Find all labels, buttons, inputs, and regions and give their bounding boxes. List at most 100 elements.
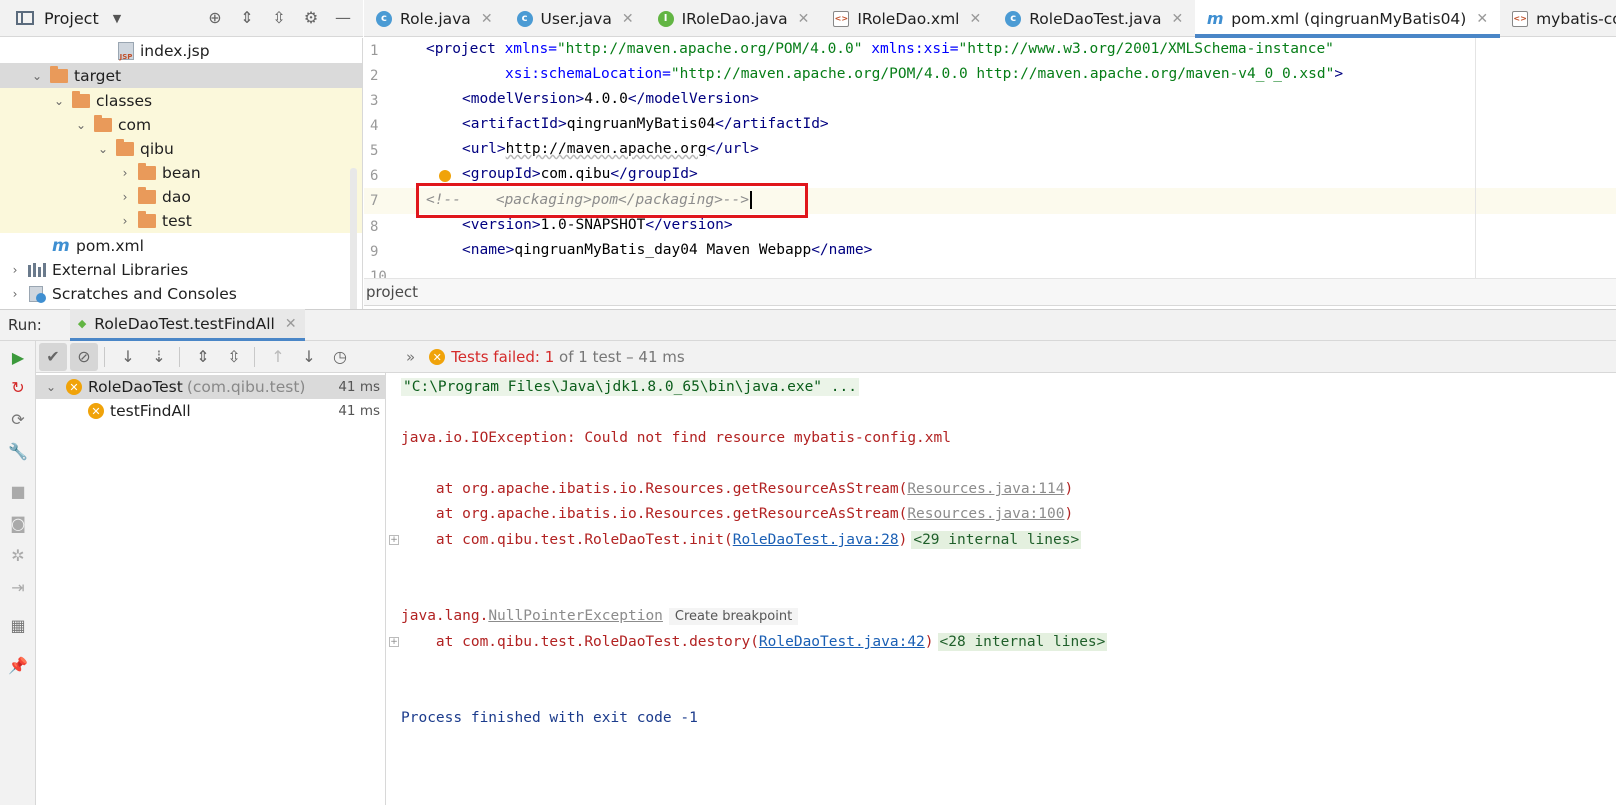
- tree-item-com[interactable]: ⌄ com: [0, 112, 362, 137]
- tab-mybatis-config-xml[interactable]: <> mybatis-config.xml: [1500, 0, 1616, 37]
- chevron-right-icon[interactable]: ›: [8, 287, 22, 301]
- test-suite-row[interactable]: ⌄ ✕ RoleDaoTest (com.qibu.test) 41 ms: [36, 375, 386, 399]
- chevron-down-icon[interactable]: ⌄: [96, 142, 110, 156]
- project-tree: JSP index.jsp ⌄ target ⌄ classes ⌄ com ⌄…: [0, 38, 363, 314]
- right-margin-guide: [1475, 38, 1476, 278]
- tree-item-index-jsp[interactable]: JSP index.jsp: [0, 38, 362, 63]
- expand-all-icon[interactable]: ⇕: [237, 8, 257, 27]
- debug-icon[interactable]: ✲: [8, 545, 28, 565]
- tree-item-qibu[interactable]: ⌄ qibu: [0, 136, 362, 161]
- test-failed-icon: ✕: [88, 403, 104, 419]
- tree-item-target[interactable]: ⌄ target: [0, 63, 362, 88]
- chevron-down-icon[interactable]: ⌄: [30, 69, 44, 83]
- arrow-down-icon[interactable]: ↓: [295, 343, 323, 371]
- tree-item-classes[interactable]: ⌄ classes: [0, 88, 362, 113]
- collapse-all-icon[interactable]: ⇳: [269, 8, 289, 27]
- test-results-tree: ⌄ ✕ RoleDaoTest (com.qibu.test) 41 ms ✕ …: [36, 373, 386, 805]
- wrench-icon[interactable]: 🔧: [8, 441, 28, 461]
- internal-lines-fold[interactable]: <28 internal lines>: [937, 633, 1108, 651]
- test-failed-icon: ✕: [66, 379, 82, 395]
- project-panel-title[interactable]: Project: [44, 9, 99, 28]
- tab-iroledao-java[interactable]: I IRoleDao.java ✕: [646, 0, 822, 37]
- tab-iroledao-xml[interactable]: <> IRoleDao.xml ✕: [821, 0, 993, 37]
- chevron-down-icon[interactable]: ⌄: [74, 118, 88, 132]
- tab-pom-xml[interactable]: m pom.xml (qingruanMyBatis04) ✕: [1195, 0, 1501, 38]
- gear-icon[interactable]: ⚙: [301, 8, 321, 27]
- stack-trace-line: at org.apache.ibatis.io.Resources.getRes…: [401, 481, 1074, 497]
- tree-item-bean[interactable]: › bean: [0, 160, 362, 185]
- toggle-auto-test-icon[interactable]: ⟳: [8, 409, 28, 429]
- chevron-down-icon[interactable]: ⌄: [46, 380, 60, 394]
- breadcrumb[interactable]: project: [364, 278, 1616, 306]
- expand-all-icon[interactable]: ⇕: [189, 343, 217, 371]
- internal-lines-fold[interactable]: <29 internal lines>: [911, 531, 1082, 549]
- show-ignored-icon[interactable]: ⊘: [70, 342, 98, 371]
- console-exception: java.lang. NullPointerException Create bre…: [401, 605, 799, 627]
- console-command-line: "C:\Program Files\Java\jdk1.8.0_65\bin\j…: [401, 378, 859, 396]
- test-case-row[interactable]: ✕ testFindAll 41 ms: [36, 399, 386, 423]
- run-tab[interactable]: ◆ RoleDaoTest.testFindAll ✕: [69, 309, 305, 341]
- rerun-icon[interactable]: ▶: [8, 347, 28, 367]
- collapse-all-icon[interactable]: ⇳: [220, 343, 248, 371]
- stack-trace-link[interactable]: RoleDaoTest.java:28: [733, 532, 899, 548]
- code-text: <artifactId>qingruanMyBatis04</artifactI…: [462, 116, 829, 132]
- folder-icon: [116, 138, 134, 156]
- intention-bulb-icon[interactable]: [439, 170, 451, 182]
- show-passed-icon[interactable]: ✔: [39, 342, 67, 371]
- code-text: <groupId>com.qibu</groupId>: [462, 166, 698, 182]
- close-icon[interactable]: ✕: [285, 316, 297, 332]
- close-icon[interactable]: ✕: [1476, 11, 1488, 27]
- console-output[interactable]: "C:\Program Files\Java\jdk1.8.0_65\bin\j…: [387, 373, 1616, 805]
- text-caret: [750, 191, 752, 209]
- tab-role-java[interactable]: c Role.java ✕: [364, 0, 505, 37]
- pin-icon[interactable]: 📌: [8, 655, 28, 675]
- folder-icon: [138, 210, 156, 228]
- chevron-down-icon[interactable]: ⌄: [52, 94, 66, 108]
- tree-item-test[interactable]: › test: [0, 208, 362, 233]
- chevron-double-right-icon[interactable]: »: [406, 348, 415, 366]
- folder-icon: [72, 90, 90, 108]
- tree-item-external-libraries[interactable]: › External Libraries: [0, 257, 362, 282]
- chevron-right-icon[interactable]: ›: [118, 214, 132, 228]
- tab-roledaotest-java[interactable]: c RoleDaoTest.java ✕: [993, 0, 1195, 37]
- tree-item-scratches[interactable]: › Scratches and Consoles: [0, 281, 362, 306]
- close-icon[interactable]: ✕: [622, 11, 634, 27]
- chevron-right-icon[interactable]: ›: [8, 263, 22, 277]
- test-status: » ✕ Tests failed: 1 of 1 test – 41 ms: [406, 348, 685, 366]
- create-breakpoint-link[interactable]: Create breakpoint: [668, 607, 799, 625]
- chevron-down-icon[interactable]: ▼: [113, 12, 121, 25]
- project-tree-scrollbar[interactable]: [350, 168, 357, 314]
- sort-duration-icon[interactable]: ⇣: [145, 343, 173, 371]
- close-icon[interactable]: ✕: [798, 11, 810, 27]
- fold-expand-icon[interactable]: +: [389, 535, 399, 545]
- code-line: 10: [370, 268, 387, 278]
- project-panel-tools: ⊕ ⇕ ⇳ ⚙ —: [205, 8, 353, 27]
- sort-alpha-icon[interactable]: ↓: [114, 343, 142, 371]
- editor-tabs: c Role.java ✕ c User.java ✕ I IRoleDao.j…: [364, 0, 1616, 38]
- tree-item-pom-xml[interactable]: m pom.xml: [0, 233, 362, 258]
- chevron-right-icon[interactable]: ›: [118, 166, 132, 180]
- camera-icon[interactable]: ◙: [8, 513, 28, 533]
- tree-item-dao[interactable]: › dao: [0, 184, 362, 209]
- chevron-right-icon[interactable]: ›: [118, 190, 132, 204]
- stack-trace-link[interactable]: Resources.java:114: [907, 481, 1064, 497]
- locate-icon[interactable]: ⊕: [205, 8, 225, 27]
- xml-file-icon: <>: [833, 10, 850, 27]
- stop-icon[interactable]: ■: [8, 481, 28, 501]
- close-icon[interactable]: ✕: [969, 11, 981, 27]
- code-editor[interactable]: 1 2 3 4 5 6 7 8 9 10 <project xmlns="htt…: [364, 38, 1616, 278]
- import-icon[interactable]: ⇥: [8, 577, 28, 597]
- arrow-up-icon[interactable]: ↑: [264, 343, 292, 371]
- close-icon[interactable]: ✕: [481, 11, 493, 27]
- exception-class-link[interactable]: NullPointerException: [488, 608, 663, 624]
- close-icon[interactable]: ✕: [1171, 11, 1183, 27]
- java-class-icon: c: [516, 10, 533, 27]
- minimize-icon[interactable]: —: [333, 8, 353, 27]
- history-icon[interactable]: ◷: [326, 343, 354, 371]
- stack-trace-link[interactable]: RoleDaoTest.java:42: [759, 634, 925, 650]
- fold-expand-icon[interactable]: +: [389, 637, 399, 647]
- rerun-failed-icon[interactable]: ↻: [8, 377, 28, 397]
- layout-icon[interactable]: ▦: [8, 615, 28, 635]
- tab-user-java[interactable]: c User.java ✕: [505, 0, 646, 37]
- stack-trace-link[interactable]: Resources.java:100: [907, 506, 1064, 522]
